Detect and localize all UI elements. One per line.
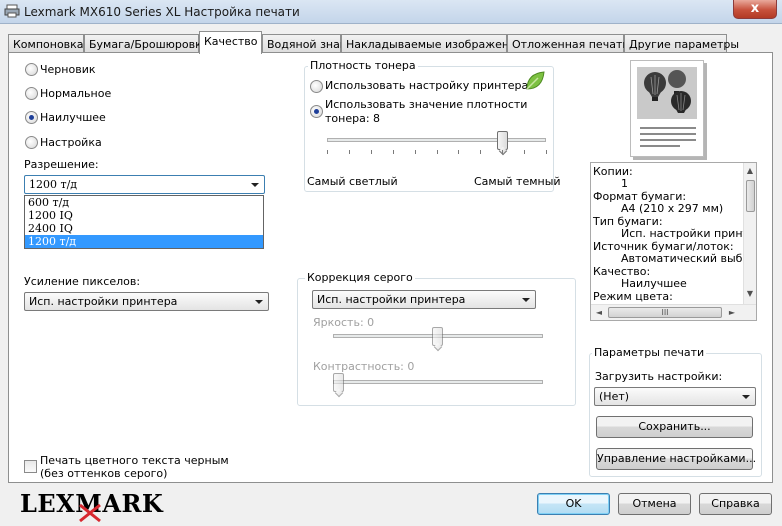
load-settings-value: (Нет) xyxy=(599,390,630,403)
gray-correction-value: Исп. настройки принтера xyxy=(317,293,466,306)
print-settings-title: Параметры печати xyxy=(592,346,707,359)
summary-line: 1 xyxy=(621,177,628,190)
resolution-dropdown: 600 т/д 1200 IQ 2400 IQ 1200 т/д xyxy=(24,195,264,249)
pixel-boost-label: Усиление пикселов: xyxy=(24,275,141,288)
slider-tick xyxy=(502,150,504,154)
slider-tick xyxy=(392,150,394,154)
radio-best[interactable] xyxy=(25,111,38,124)
cancel-button[interactable]: Отмена xyxy=(618,493,691,515)
balloons-image xyxy=(637,67,697,119)
resolution-value: 1200 т/д xyxy=(29,178,78,191)
text-line xyxy=(640,145,680,147)
summary-vertical-scrollbar[interactable]: ▲ ▼ xyxy=(743,163,756,304)
resolution-option-1200[interactable]: 1200 т/д xyxy=(25,235,263,248)
vertical-scroll-thumb[interactable] xyxy=(746,180,755,212)
resolution-select[interactable]: 1200 т/д xyxy=(24,175,265,194)
chevron-down-icon xyxy=(742,395,750,399)
settings-summary[interactable]: Копии: 1 Формат бумаги: А4 (210 x 297 мм… xyxy=(590,162,757,321)
resolution-label: Разрешение: xyxy=(24,158,99,171)
slider-tick xyxy=(524,150,526,154)
scroll-right-icon[interactable]: ► xyxy=(726,308,738,317)
slider-tick xyxy=(370,150,372,154)
print-color-text-black-label-line1: Печать цветного текста черным xyxy=(40,454,229,467)
chevron-down-icon xyxy=(255,300,263,304)
slider-tick xyxy=(348,150,350,154)
summary-horizontal-scrollbar[interactable]: ◄ III ► xyxy=(591,304,756,320)
horizontal-scroll-thumb[interactable]: III xyxy=(608,307,722,318)
lexmark-logo: LEXMARK xyxy=(20,489,163,523)
toner-slider-thumb[interactable] xyxy=(497,131,509,150)
toner-slider-track[interactable] xyxy=(327,138,546,142)
radio-normal-label: Нормальное xyxy=(40,87,112,100)
slider-tick xyxy=(436,150,438,154)
save-settings-button[interactable]: Сохранить... xyxy=(596,416,753,438)
scroll-down-icon[interactable]: ▼ xyxy=(744,289,756,298)
scroll-left-icon[interactable]: ◄ xyxy=(593,308,605,317)
toner-darkness-title: Плотность тонера xyxy=(308,59,418,72)
slider-tick xyxy=(546,150,547,154)
gray-correction-select[interactable]: Исп. настройки принтера xyxy=(312,290,536,309)
gray-correction-title: Коррекция серого xyxy=(305,271,415,284)
radio-best-label: Наилучшее xyxy=(40,111,106,124)
brightness-slider-thumb[interactable] xyxy=(432,327,443,346)
radio-use-printer-setting[interactable] xyxy=(310,80,323,93)
summary-line: Исп. настройки принтера xyxy=(621,227,757,240)
page-preview xyxy=(630,60,704,157)
load-settings-label: Загрузить настройки: xyxy=(595,370,723,383)
brightness-label: Яркость: 0 xyxy=(313,316,375,329)
contrast-label: Контрастность: 0 xyxy=(313,360,415,373)
chevron-down-icon xyxy=(251,183,259,187)
chevron-down-icon xyxy=(522,298,530,302)
summary-line: А4 (210 x 297 мм) xyxy=(621,202,724,215)
toner-min-label: Самый светлый xyxy=(307,175,398,188)
radio-normal[interactable] xyxy=(25,87,38,100)
radio-use-toner-value[interactable] xyxy=(310,105,323,118)
manage-settings-button[interactable]: Управление настройками... xyxy=(596,448,756,470)
use-toner-value-label-line1: Использовать значение плотности xyxy=(325,98,528,111)
radio-draft[interactable] xyxy=(25,63,38,76)
slider-tick xyxy=(480,150,482,154)
use-toner-value-label-line2: тонера: 8 xyxy=(325,112,381,125)
resolution-option-1200iq[interactable]: 1200 IQ xyxy=(25,209,263,222)
resolution-option-600[interactable]: 600 т/д xyxy=(25,196,263,209)
slider-tick xyxy=(458,150,460,154)
print-color-text-black-label-line2: (без оттенков серого) xyxy=(40,467,168,480)
logo-red-x-icon xyxy=(79,503,101,523)
use-printer-setting-label: Использовать настройку принтера xyxy=(325,79,529,92)
ok-button[interactable]: OK xyxy=(537,493,610,515)
summary-line: Режим цвета: xyxy=(593,290,673,303)
summary-line: Автоматический выбор xyxy=(621,252,757,265)
toner-max-label: Самый темный xyxy=(474,175,561,188)
scroll-up-icon[interactable]: ▲ xyxy=(744,166,756,175)
help-button[interactable]: Справка xyxy=(699,493,772,515)
text-line xyxy=(640,133,696,135)
radio-draft-label: Черновик xyxy=(40,63,96,76)
contrast-slider-track[interactable] xyxy=(333,380,543,384)
contrast-slider-thumb[interactable] xyxy=(333,373,344,392)
radio-custom-label: Настройка xyxy=(40,136,102,149)
load-settings-select[interactable]: (Нет) xyxy=(594,387,756,406)
radio-custom[interactable] xyxy=(25,136,38,149)
leaf-icon xyxy=(526,71,545,90)
pixel-boost-value: Исп. настройки принтера xyxy=(29,295,178,308)
resolution-option-2400iq[interactable]: 2400 IQ xyxy=(25,222,263,235)
text-line xyxy=(640,139,696,141)
slider-tick xyxy=(414,150,416,154)
pixel-boost-select[interactable]: Исп. настройки принтера xyxy=(24,292,269,311)
text-line xyxy=(640,127,696,129)
slider-tick xyxy=(327,150,328,154)
print-color-text-black-checkbox[interactable] xyxy=(24,460,37,473)
summary-line: Наилучшее xyxy=(621,277,687,290)
